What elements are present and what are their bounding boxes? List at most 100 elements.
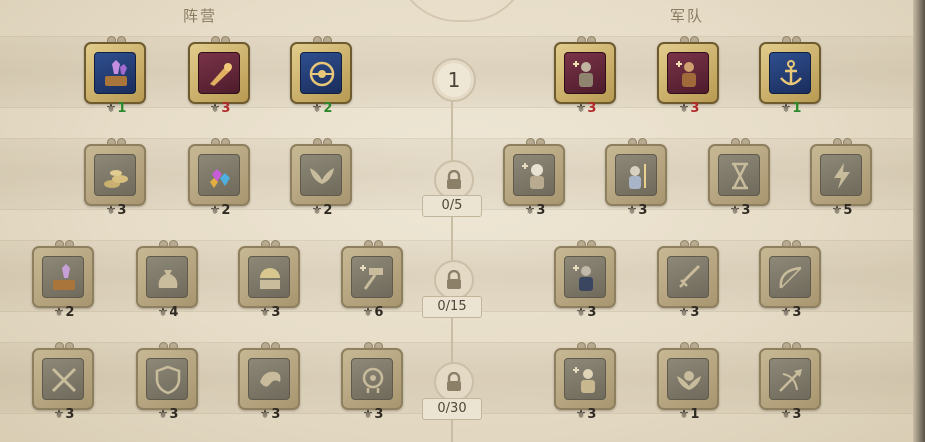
arrow-strike-icon: [769, 358, 811, 400]
node-frame: [708, 144, 770, 206]
faction-section-title: 阵营: [183, 7, 218, 25]
fleur-icon: ⚜: [575, 101, 587, 115]
fleur-icon: ⚜: [780, 101, 792, 115]
node-level-badge: ⚜ 1: [678, 406, 700, 422]
node-frame: [84, 42, 146, 104]
node-level-badge: ⚜ 2: [311, 202, 333, 218]
skill-node[interactable]: ⚜ 3: [757, 342, 825, 424]
fleur-icon: ⚜: [678, 305, 690, 319]
skill-node[interactable]: ⚜ 3: [757, 240, 825, 322]
node-frame: [503, 144, 565, 206]
tier-requirement: 0/15: [422, 296, 482, 318]
node-frame: [32, 348, 94, 410]
skill-node[interactable]: ⚜ 3: [552, 342, 620, 424]
skill-node[interactable]: ⚜ 1: [655, 342, 723, 424]
skill-node[interactable]: ⚜ 3: [655, 36, 723, 118]
skill-node[interactable]: ⚜ 2: [186, 138, 254, 220]
node-level-badge: ⚜ 6: [362, 304, 384, 320]
skill-node[interactable]: ⚜ 3: [552, 36, 620, 118]
node-level-badge: ⚜ 3: [780, 406, 802, 422]
node-level-badge: ⚜ 3: [729, 202, 751, 218]
skill-node[interactable]: ⚜ 3: [655, 240, 723, 322]
node-frame: [605, 144, 667, 206]
skill-node[interactable]: ⚜ 3: [82, 138, 150, 220]
fleur-icon: ⚜: [209, 203, 221, 217]
skill-node[interactable]: ⚜ 3: [552, 240, 620, 322]
fleur-icon: ⚜: [362, 305, 374, 319]
hammer-icon: [351, 256, 393, 298]
fleur-icon: ⚜: [780, 407, 792, 421]
army-section-title: 军队: [670, 7, 705, 25]
node-level-badge: ⚜ 3: [53, 406, 75, 422]
node-level-badge: ⚜ 3: [209, 100, 231, 116]
crystals-wood-icon: [42, 256, 84, 298]
node-level-badge: ⚜ 2: [209, 202, 231, 218]
skill-node[interactable]: ⚜ 3: [603, 138, 671, 220]
knight-icon: [513, 154, 555, 196]
skill-node[interactable]: ⚜ 5: [808, 138, 876, 220]
node-frame: [238, 348, 300, 410]
target-eye-icon: [300, 52, 342, 94]
node-level-badge: ⚜ 3: [362, 406, 384, 422]
node-frame: [759, 348, 821, 410]
compass-ornament: [395, 0, 529, 22]
skill-node[interactable]: ⚜ 3: [186, 36, 254, 118]
skill-node[interactable]: ⚜ 3: [236, 240, 304, 322]
node-level-badge: ⚜ 3: [780, 304, 802, 320]
skill-node[interactable]: ⚜ 6: [339, 240, 407, 322]
lock-icon: [434, 160, 474, 200]
skill-node[interactable]: ⚜ 3: [134, 342, 202, 424]
skill-node[interactable]: ⚜ 3: [339, 342, 407, 424]
skill-node[interactable]: ⚜ 3: [236, 342, 304, 424]
skill-node[interactable]: ⚜ 3: [501, 138, 569, 220]
node-frame: [188, 42, 250, 104]
node-frame: [290, 42, 352, 104]
node-level-badge: ⚜ 3: [157, 406, 179, 422]
skill-node[interactable]: ⚜ 4: [134, 240, 202, 322]
skill-node[interactable]: ⚜ 2: [288, 138, 356, 220]
skill-node[interactable]: ⚜ 1: [82, 36, 150, 118]
fleur-icon: ⚜: [259, 407, 271, 421]
fleur-icon: ⚜: [780, 305, 792, 319]
wings-icon: [300, 154, 342, 196]
node-frame: [238, 246, 300, 308]
soldier-icon: [564, 52, 606, 94]
node-frame: [32, 246, 94, 308]
skill-node[interactable]: ⚜ 3: [30, 342, 98, 424]
skill-node[interactable]: ⚜ 1: [757, 36, 825, 118]
lock-icon: [434, 260, 474, 300]
panel-edge: [913, 0, 925, 442]
fleur-icon: ⚜: [678, 101, 690, 115]
skill-node[interactable]: ⚜ 2: [288, 36, 356, 118]
sunrise-tent-icon: [248, 256, 290, 298]
node-level-badge: ⚜ 2: [53, 304, 75, 320]
node-frame: [188, 144, 250, 206]
node-level-badge: ⚜ 3: [575, 100, 597, 116]
bow-icon: [769, 256, 811, 298]
node-level-badge: ⚜ 3: [575, 304, 597, 320]
node-frame: [810, 144, 872, 206]
gold-coins-icon: [94, 154, 136, 196]
tier-requirement: 0/30: [422, 398, 482, 420]
fleur-icon: ⚜: [105, 203, 117, 217]
node-level-badge: ⚜ 3: [678, 304, 700, 320]
lock-icon: [434, 362, 474, 402]
node-frame: [290, 144, 352, 206]
node-frame: [84, 144, 146, 206]
node-frame: [341, 348, 403, 410]
skill-node[interactable]: ⚜ 2: [30, 240, 98, 322]
node-level-badge: ⚜ 1: [105, 100, 127, 116]
scholar-icon: [564, 358, 606, 400]
fleur-icon: ⚜: [831, 203, 843, 217]
purple-crystals-icon: [94, 52, 136, 94]
fleur-icon: ⚜: [729, 203, 741, 217]
fleur-icon: ⚜: [311, 203, 323, 217]
node-frame: [657, 246, 719, 308]
fleur-icon: ⚜: [157, 407, 169, 421]
fleur-icon: ⚜: [259, 305, 271, 319]
node-frame: [554, 348, 616, 410]
node-frame: [554, 246, 616, 308]
skill-node[interactable]: ⚜ 3: [706, 138, 774, 220]
node-frame: [554, 42, 616, 104]
node-level-badge: ⚜ 1: [780, 100, 802, 116]
